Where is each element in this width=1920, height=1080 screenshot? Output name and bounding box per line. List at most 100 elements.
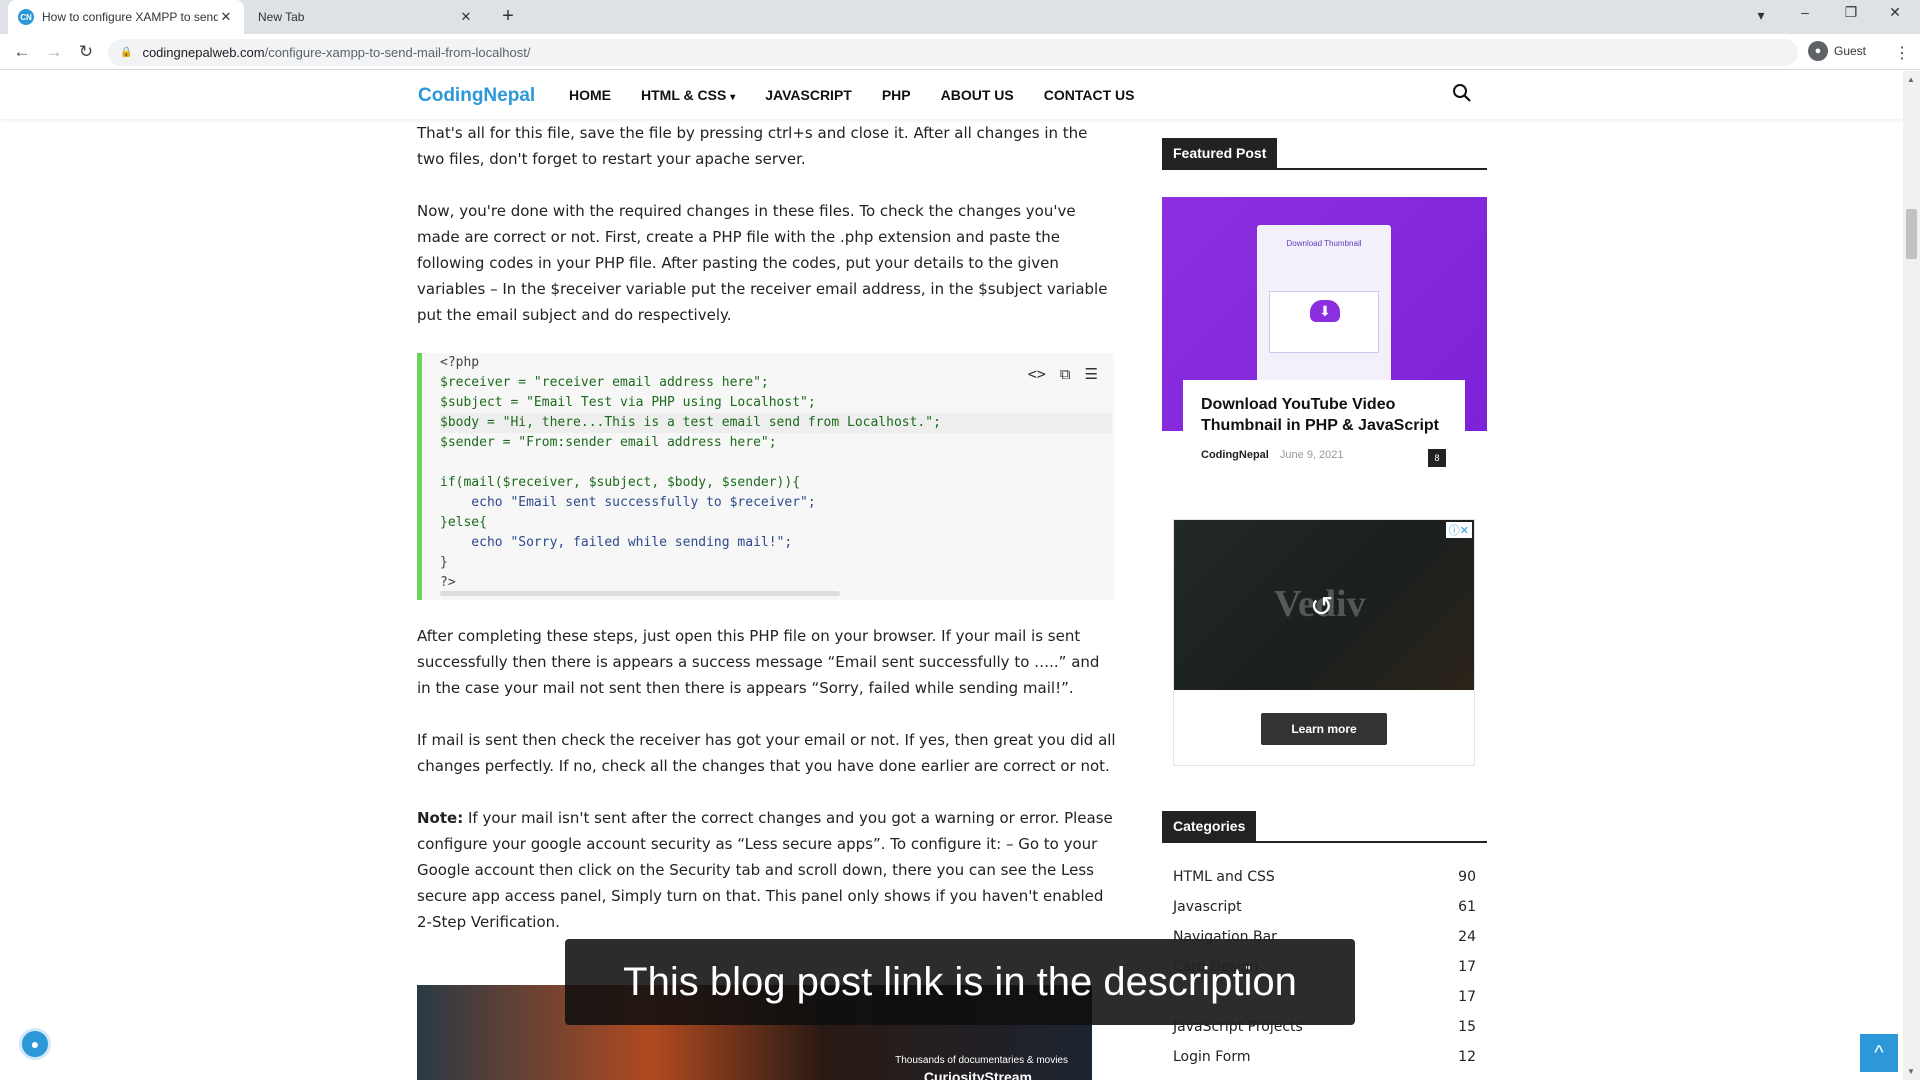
menu-html-css[interactable]: HTML & CSS ▾ bbox=[641, 87, 735, 103]
category-name: HTML and CSS bbox=[1173, 869, 1275, 885]
menu-javascript[interactable]: JAVASCRIPT bbox=[765, 87, 852, 103]
category-count: 17 bbox=[1458, 959, 1476, 975]
article-note: Note: If your mail isn't sent after the … bbox=[417, 805, 1117, 935]
featured-mockup: Download Thumbnail ⬇ bbox=[1257, 225, 1391, 385]
featured-post-meta: CodingNepal June 9, 2021 bbox=[1201, 449, 1344, 461]
note-text: If your mail isn't sent after the correc… bbox=[417, 809, 1113, 931]
featured-heading-label: Featured Post bbox=[1162, 138, 1278, 168]
category-name: Login Form bbox=[1173, 1049, 1251, 1065]
mockup-title: Download Thumbnail bbox=[1286, 239, 1362, 248]
featured-post-date: June 9, 2021 bbox=[1279, 449, 1344, 461]
search-icon[interactable] bbox=[1452, 83, 1472, 103]
categories-heading-label: Categories bbox=[1162, 811, 1257, 841]
category-count: 24 bbox=[1458, 929, 1476, 945]
code-block[interactable]: <> ⧉ ☰ <?php $receiver = "receiver email… bbox=[417, 353, 1114, 600]
category-name: Javascript bbox=[1173, 899, 1242, 915]
category-item[interactable]: Navigation Bar 24 bbox=[1173, 922, 1476, 952]
code-line: ?> bbox=[440, 575, 456, 590]
ad-close-icon[interactable]: ⓘ✕ bbox=[1445, 522, 1472, 538]
code-line: echo "Sorry, failed while sending mail!"… bbox=[440, 535, 793, 550]
category-name: Navigation Bar bbox=[1173, 929, 1277, 945]
url-path: /configure-xampp-to-send-mail-from-local… bbox=[264, 45, 531, 60]
category-count: 17 bbox=[1458, 989, 1476, 1005]
profile-button[interactable]: ● Guest bbox=[1808, 41, 1866, 61]
code-line: $subject = "Email Test via PHP using Loc… bbox=[440, 395, 816, 410]
article-paragraph: That's all for this file, save the file … bbox=[417, 124, 1088, 168]
site-favicon-icon: CN bbox=[18, 9, 34, 25]
reload-icon[interactable]: ↻ bbox=[74, 40, 98, 64]
code-line: if(mail($receiver, $subject, $body, $sen… bbox=[440, 475, 801, 490]
url-domain: codingnepalweb.com bbox=[142, 45, 265, 60]
comment-count-badge[interactable]: 8 bbox=[1428, 449, 1446, 467]
profile-label: Guest bbox=[1834, 44, 1867, 58]
minimize-button[interactable]: – bbox=[1790, 4, 1820, 20]
image-tagline: Thousands of documentaries & movies bbox=[895, 1055, 1068, 1066]
code-line: }else{ bbox=[440, 515, 487, 530]
learn-more-button[interactable]: Learn more bbox=[1261, 713, 1387, 745]
page-scrollbar[interactable]: ▲ ▼ bbox=[1903, 71, 1920, 1080]
category-item[interactable]: HTML and CSS 90 bbox=[1173, 862, 1476, 892]
browser-toolbar: ← → ↻ 🔒 codingnepalweb.com/configure-xam… bbox=[0, 34, 1920, 70]
menu-home[interactable]: HOME bbox=[569, 87, 611, 103]
menu-php[interactable]: PHP bbox=[882, 87, 911, 103]
category-item[interactable]: JavaScript Projects 15 bbox=[1173, 1012, 1476, 1042]
copy-icon[interactable]: ⧉ bbox=[1060, 365, 1071, 383]
profile-avatar-icon: ● bbox=[1808, 41, 1828, 61]
category-item[interactable]: Card Design 17 bbox=[1173, 952, 1476, 982]
featured-post-title[interactable]: Download YouTube Video Thumbnail in PHP … bbox=[1201, 394, 1447, 436]
close-tab-icon[interactable]: ✕ bbox=[458, 9, 474, 25]
category-item[interactable]: Javascript 61 bbox=[1173, 892, 1476, 922]
forward-arrow-icon[interactable]: → bbox=[42, 40, 66, 64]
tab-title: How to configure XAMPP to send bbox=[42, 10, 218, 24]
address-bar[interactable]: 🔒 codingnepalweb.com/configure-xampp-to-… bbox=[108, 39, 1798, 66]
note-label: Note: bbox=[417, 809, 464, 827]
back-arrow-icon[interactable]: ← bbox=[10, 40, 34, 64]
sidebar-ad[interactable]: Vediv ↺ ⓘ✕ Learn more bbox=[1173, 519, 1475, 766]
notification-bell-icon[interactable]: ● bbox=[19, 1028, 51, 1060]
categories-heading: Categories bbox=[1162, 811, 1487, 843]
mockup-box: ⬇ bbox=[1269, 291, 1379, 353]
cloud-download-icon: ⬇ bbox=[1310, 300, 1340, 322]
lock-icon: 🔒 bbox=[120, 47, 133, 58]
menu-contact-us[interactable]: CONTACT US bbox=[1044, 87, 1135, 103]
article-paragraph: Now, you're done with the required chang… bbox=[417, 202, 1108, 324]
new-tab-button[interactable]: + bbox=[496, 5, 520, 28]
close-tab-icon[interactable]: ✕ bbox=[218, 9, 234, 25]
tab-new[interactable]: New Tab ✕ bbox=[248, 0, 484, 34]
tab-active[interactable]: CN How to configure XAMPP to send ✕ bbox=[8, 0, 244, 34]
code-line: $sender = "From:sender email address her… bbox=[440, 435, 777, 450]
browser-menu-icon[interactable]: ⋮ bbox=[1894, 43, 1910, 63]
categories-list: HTML and CSS 90 Javascript 61 Navigation B… bbox=[1173, 862, 1476, 1072]
category-item[interactable]: Login Form 12 bbox=[1173, 1042, 1476, 1072]
menu-html-css-label: HTML & CSS bbox=[641, 87, 727, 103]
code-toolbar: <> ⧉ ☰ bbox=[1028, 365, 1098, 383]
plain-text-icon[interactable]: ☰ bbox=[1085, 365, 1098, 383]
menu-about-us[interactable]: ABOUT US bbox=[941, 87, 1014, 103]
ad-video[interactable]: Vediv ↺ bbox=[1174, 520, 1474, 690]
back-to-top-button[interactable]: ^ bbox=[1860, 1034, 1898, 1072]
close-window-button[interactable]: ✕ bbox=[1880, 4, 1910, 21]
category-count: 90 bbox=[1458, 869, 1476, 885]
category-count: 12 bbox=[1458, 1049, 1476, 1065]
category-count: 15 bbox=[1458, 1019, 1476, 1035]
scroll-up-icon[interactable]: ▲ bbox=[1907, 75, 1915, 84]
site-logo[interactable]: CodingNepal bbox=[418, 85, 535, 107]
site-header: CodingNepal HOME HTML & CSS ▾ JAVASCRIPT… bbox=[0, 71, 1903, 119]
code-line: echo "Email sent successfully to $receiv… bbox=[440, 495, 816, 510]
replay-icon[interactable]: ↺ bbox=[1310, 590, 1333, 623]
code-horizontal-scrollbar[interactable] bbox=[440, 591, 840, 596]
category-item[interactable]: 17 bbox=[1173, 982, 1476, 1012]
article-body: That's all for this file, save the file … bbox=[417, 120, 1117, 354]
code-line: <?php bbox=[440, 355, 480, 370]
featured-post-author[interactable]: CodingNepal bbox=[1201, 449, 1269, 461]
profile-dropdown-icon[interactable]: ▾ bbox=[1746, 7, 1776, 24]
tab-title: New Tab bbox=[258, 10, 305, 24]
tab-strip: CN How to configure XAMPP to send ✕ New … bbox=[0, 0, 1920, 34]
chevron-down-icon: ▾ bbox=[730, 92, 736, 103]
view-source-icon[interactable]: <> bbox=[1028, 365, 1046, 383]
main-menu: HOME HTML & CSS ▾ JAVASCRIPT PHP ABOUT U… bbox=[569, 87, 1165, 103]
scroll-down-icon[interactable]: ▼ bbox=[1907, 1067, 1915, 1076]
featured-heading: Featured Post bbox=[1162, 138, 1487, 170]
restore-button[interactable]: ❐ bbox=[1836, 4, 1866, 21]
scrollbar-thumb[interactable] bbox=[1906, 209, 1917, 259]
